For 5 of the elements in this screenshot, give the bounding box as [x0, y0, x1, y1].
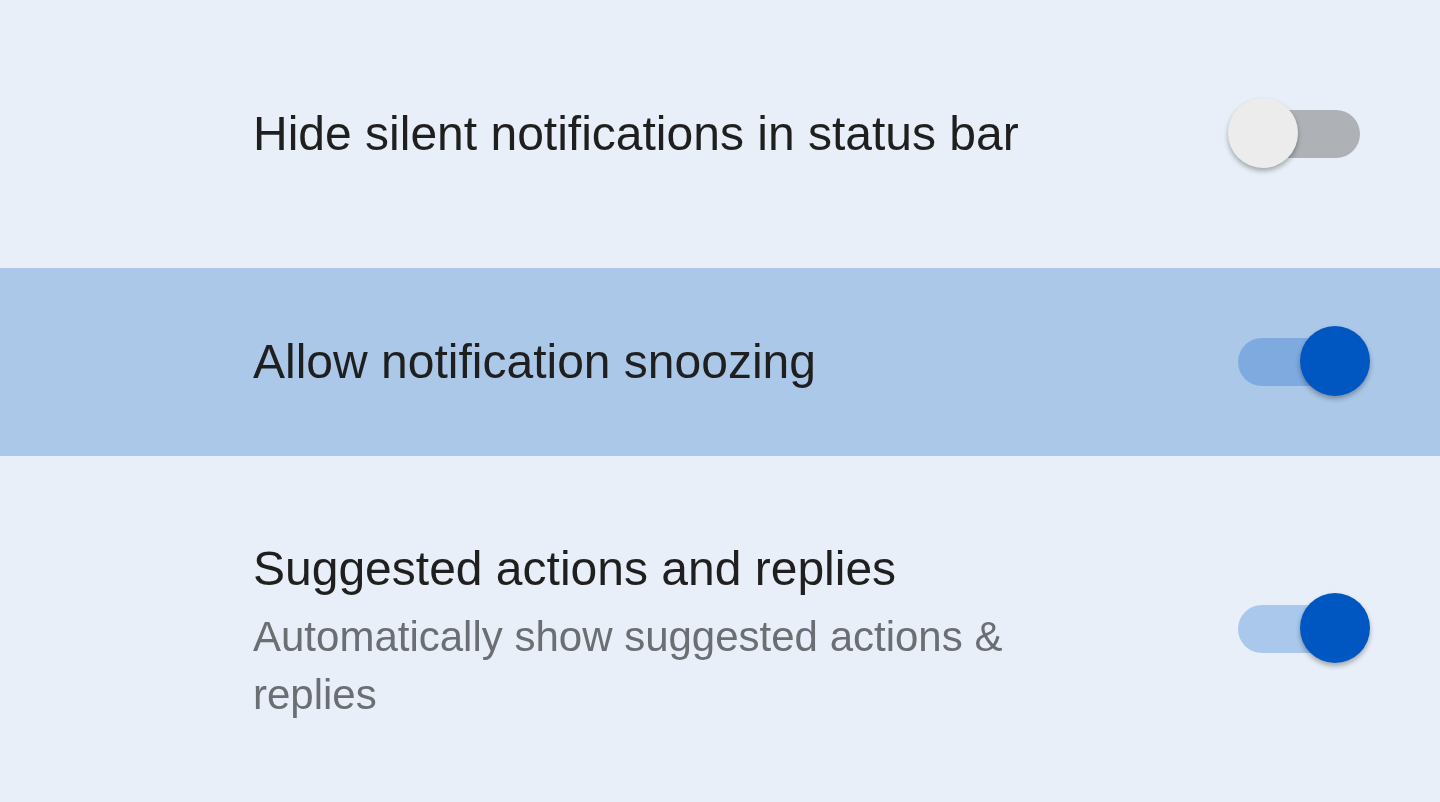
setting-title: Hide silent notifications in status bar: [253, 106, 1020, 162]
setting-title: Allow notification snoozing: [253, 334, 817, 390]
setting-description: Automatically show suggested actions & replies: [253, 612, 1004, 720]
setting-row[interactable]: Allow notification snoozing: [0, 268, 1440, 456]
setting-title: Suggested actions and replies: [253, 541, 898, 597]
